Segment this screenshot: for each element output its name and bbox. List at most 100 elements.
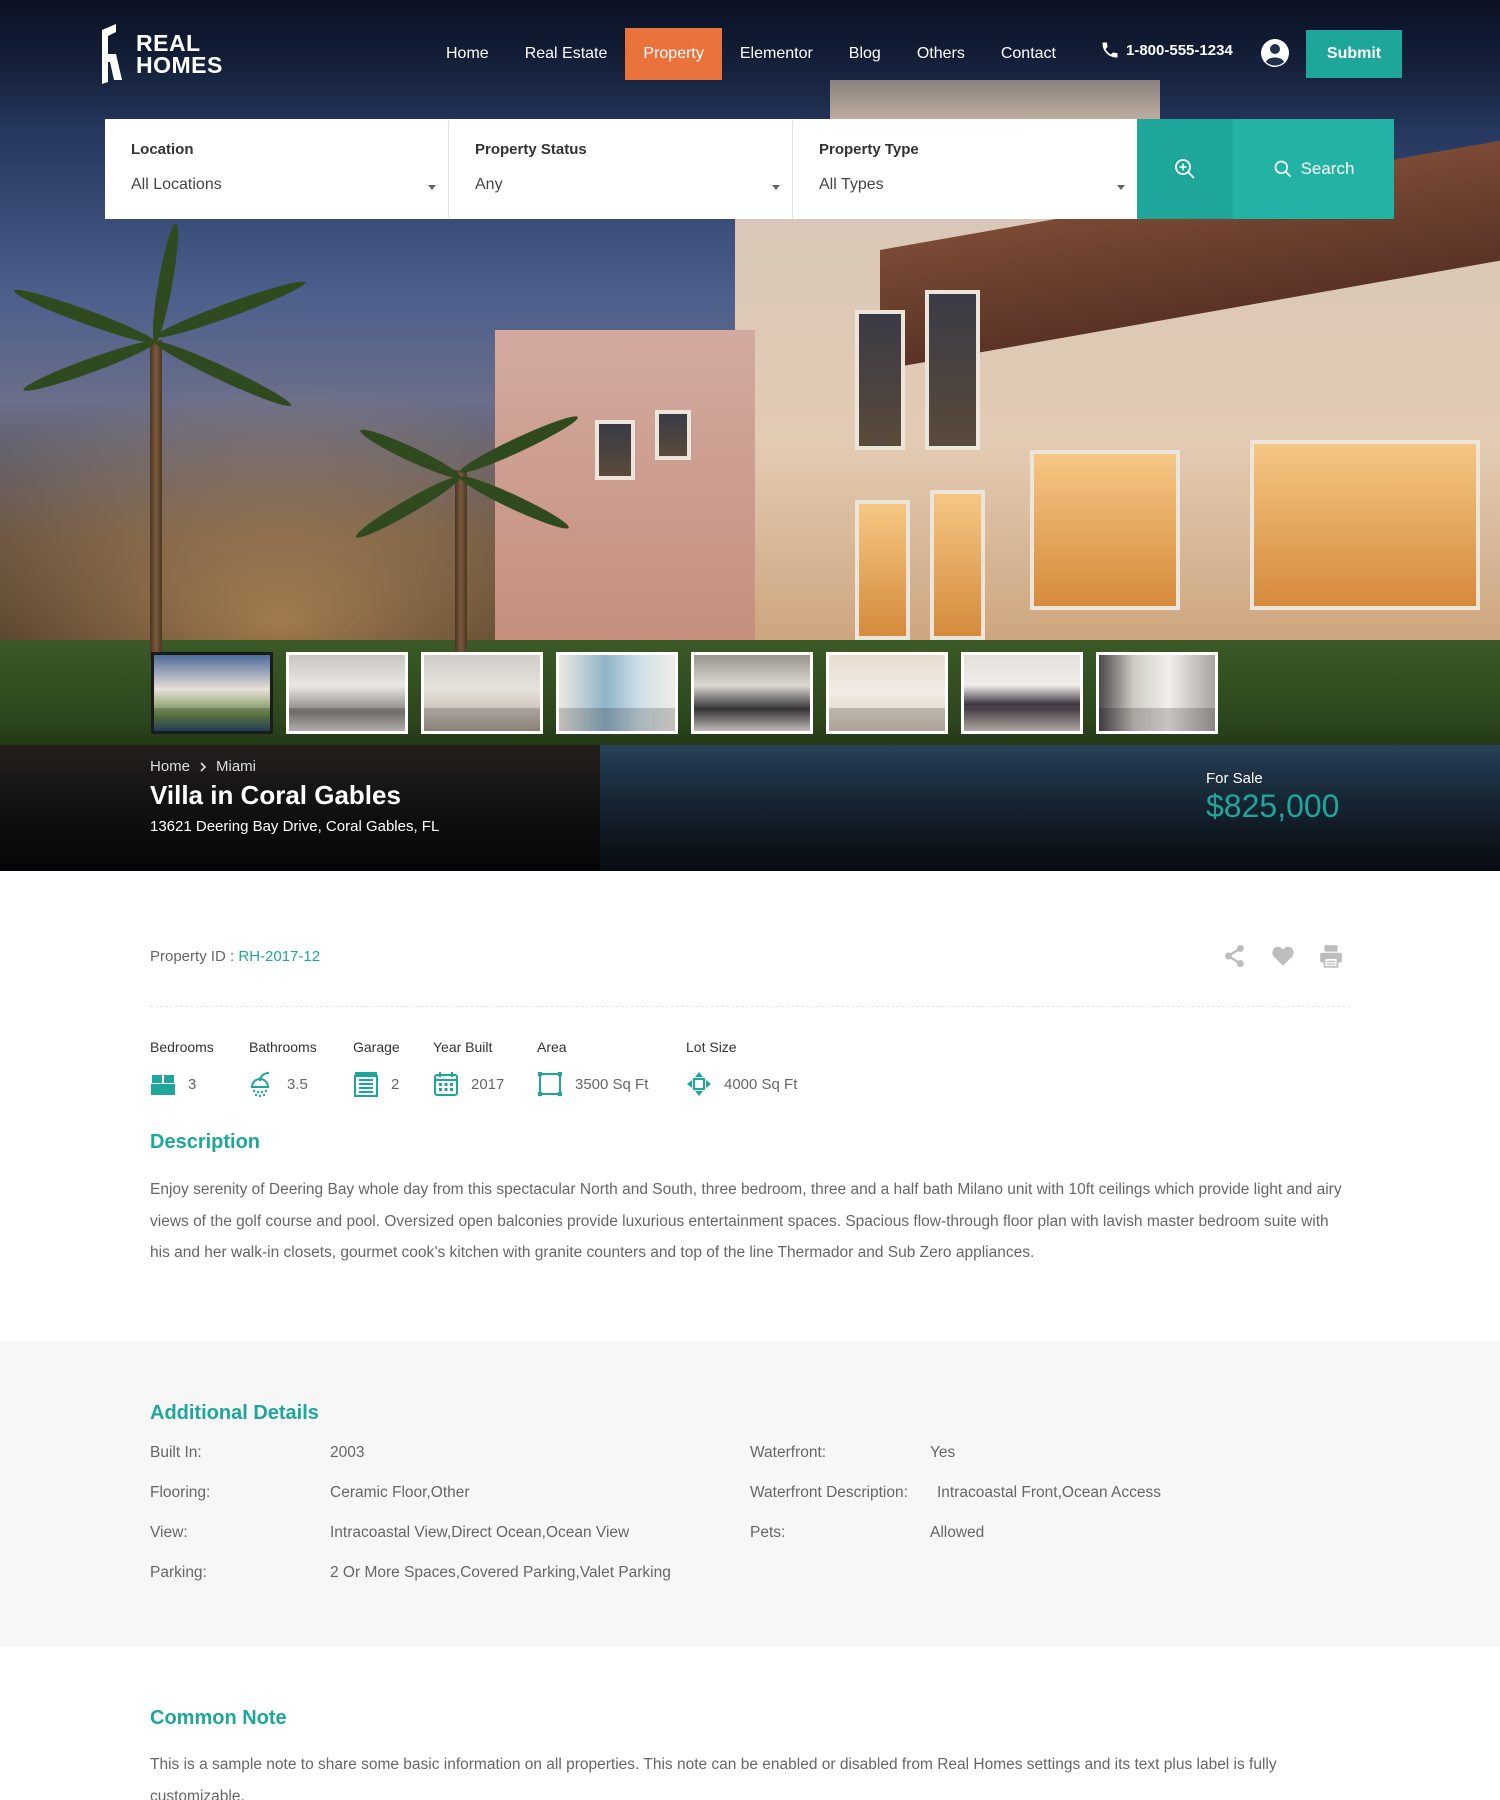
palm-trunk xyxy=(455,470,467,670)
feature-label: Lot Size xyxy=(686,1039,737,1055)
garage-icon xyxy=(354,1072,378,1097)
feature-year-built: Year Built 2017 xyxy=(433,1039,537,1097)
gallery-thumbnail[interactable] xyxy=(961,652,1083,734)
detail-value: Yes xyxy=(930,1444,956,1461)
feature-label: Garage xyxy=(353,1039,400,1055)
phone-number: 1-800-555-1234 xyxy=(1126,41,1233,59)
divider xyxy=(150,1006,1350,1007)
logo-mark-icon xyxy=(102,24,122,84)
main-nav: Home Real Estate Property Elementor Blog… xyxy=(428,28,1074,80)
nav-contact[interactable]: Contact xyxy=(983,28,1074,80)
property-id-label: Property ID : xyxy=(150,948,235,965)
property-id-value: RH-2017-12 xyxy=(238,948,321,965)
feature-value: 4000 Sq Ft xyxy=(724,1075,798,1093)
window xyxy=(655,410,691,460)
detail-key: View: xyxy=(150,1524,188,1541)
print-icon[interactable] xyxy=(1318,943,1344,969)
status-value: Any xyxy=(475,176,503,193)
submit-property-button[interactable]: Submit xyxy=(1306,30,1402,78)
feature-label: Bedrooms xyxy=(150,1039,214,1055)
common-note-text: This is a sample note to share some basi… xyxy=(150,1756,1277,1800)
gallery-thumbnail[interactable] xyxy=(826,652,948,734)
property-title: Villa in Coral Gables xyxy=(150,780,401,810)
search-button-label: Search xyxy=(1300,159,1355,178)
feature-value: 3.5 xyxy=(287,1075,308,1093)
feature-value: 3 xyxy=(188,1075,197,1093)
window xyxy=(1030,450,1180,610)
house-left-wing xyxy=(495,330,755,650)
logo-line-1: REAL xyxy=(136,30,201,56)
feature-bedrooms: Bedrooms 3 xyxy=(150,1039,249,1097)
common-note-heading: Common Note xyxy=(150,1707,287,1729)
share-icon[interactable] xyxy=(1222,943,1248,969)
gallery-thumbnail[interactable] xyxy=(691,652,813,734)
nav-home[interactable]: Home xyxy=(428,28,507,80)
user-account-icon[interactable] xyxy=(1260,38,1290,68)
gallery-thumbnail[interactable] xyxy=(1096,652,1218,734)
status-label: Property Status xyxy=(475,141,587,158)
nav-real-estate[interactable]: Real Estate xyxy=(507,28,626,80)
advanced-search-button[interactable] xyxy=(1137,119,1233,219)
phone-icon xyxy=(1102,42,1118,58)
window xyxy=(595,420,635,480)
nav-blog[interactable]: Blog xyxy=(831,28,899,80)
feature-lot-size: Lot Size 4000 Sq Ft xyxy=(686,1039,826,1097)
feature-value: 3500 Sq Ft xyxy=(575,1075,649,1093)
detail-key: Pets: xyxy=(750,1524,786,1541)
gallery-thumbnail[interactable] xyxy=(286,652,408,734)
shower-icon xyxy=(250,1072,270,1097)
detail-key: Parking: xyxy=(150,1564,207,1581)
type-select[interactable]: Property Type All Types xyxy=(793,119,1137,219)
window xyxy=(1250,440,1480,610)
breadcrumb-miami[interactable]: Miami xyxy=(216,758,256,775)
window xyxy=(925,290,980,450)
window xyxy=(930,490,985,640)
search-icon xyxy=(1274,160,1291,178)
breadcrumb-home[interactable]: Home xyxy=(150,758,190,775)
feature-label: Bathrooms xyxy=(249,1039,317,1055)
search-button[interactable]: Search xyxy=(1233,119,1394,219)
window xyxy=(855,500,910,640)
status-select[interactable]: Property Status Any xyxy=(449,119,793,219)
zoom-in-icon xyxy=(1175,159,1195,179)
gallery-thumbnail[interactable] xyxy=(151,652,273,734)
logo-line-2: HOMES xyxy=(136,52,223,78)
nav-elementor[interactable]: Elementor xyxy=(722,28,831,80)
breadcrumb: Home Miami xyxy=(150,758,256,775)
property-price: $825,000 xyxy=(1206,788,1340,824)
gallery-thumbnail[interactable] xyxy=(556,652,678,734)
detail-value: 2003 xyxy=(330,1444,365,1461)
type-label: Property Type xyxy=(819,141,919,158)
palm-trunk xyxy=(150,340,162,660)
calendar-icon xyxy=(434,1072,458,1096)
feature-garage: Garage 2 xyxy=(353,1039,433,1097)
detail-key: Flooring: xyxy=(150,1484,211,1501)
feature-bathrooms: Bathrooms 3.5 xyxy=(249,1039,353,1097)
detail-value: Intracoastal Front,Ocean Access xyxy=(937,1484,1161,1501)
nav-property[interactable]: Property xyxy=(625,28,722,80)
location-label: Location xyxy=(131,141,194,158)
property-search-bar: Location All Locations Property Status A… xyxy=(105,119,1395,219)
header-phone[interactable]: 1-800-555-1234 xyxy=(1100,40,1233,60)
additional-details-heading: Additional Details xyxy=(150,1402,319,1424)
palm-leaf xyxy=(11,284,158,349)
description-text: Enjoy serenity of Deering Bay whole day … xyxy=(150,1181,1342,1261)
property-features: Bedrooms 3 Bathrooms 3.5 Garage 2 Year B… xyxy=(150,1039,826,1097)
heart-icon[interactable] xyxy=(1270,943,1296,969)
nav-others[interactable]: Others xyxy=(899,28,983,80)
location-select[interactable]: Location All Locations xyxy=(105,119,449,219)
detail-key: Waterfront Description: xyxy=(750,1484,908,1501)
type-value: All Types xyxy=(819,176,884,193)
detail-key: Waterfront: xyxy=(750,1444,827,1461)
chevron-down-icon xyxy=(1117,185,1125,190)
chevron-down-icon xyxy=(772,185,780,190)
gallery-thumbnail[interactable] xyxy=(421,652,543,734)
lot-size-icon xyxy=(687,1072,711,1096)
site-logo[interactable]: REAL HOMES xyxy=(98,24,223,84)
detail-value: Allowed xyxy=(930,1524,985,1541)
gallery-thumbnails xyxy=(151,652,1218,734)
chevron-down-icon xyxy=(428,185,436,190)
detail-value: 2 Or More Spaces,Covered Parking,Valet P… xyxy=(330,1564,671,1581)
description-heading: Description xyxy=(150,1131,261,1153)
feature-label: Year Built xyxy=(433,1039,493,1055)
